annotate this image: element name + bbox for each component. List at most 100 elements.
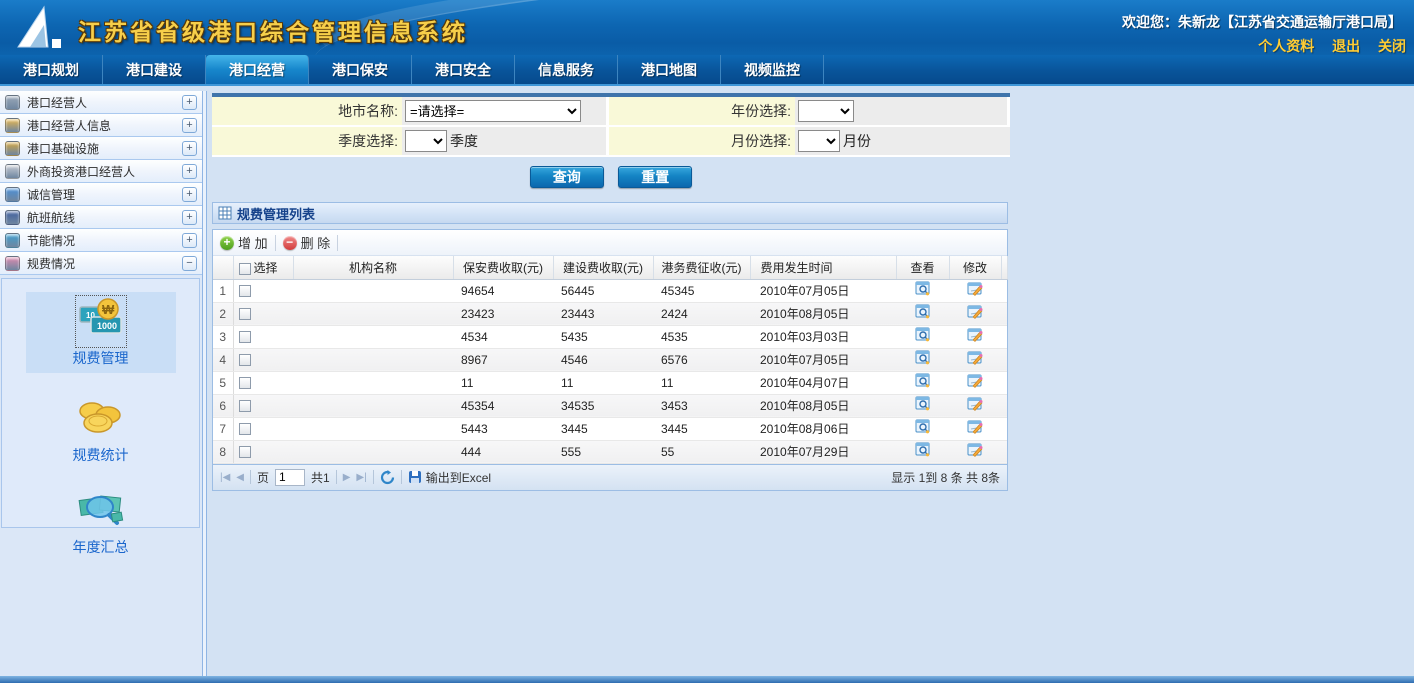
org-column-header[interactable]: 机构名称 <box>293 256 453 279</box>
add-button[interactable]: + 增 加 <box>220 233 268 252</box>
row-checkbox[interactable] <box>239 285 251 297</box>
refresh-icon[interactable] <box>380 470 395 485</box>
year-select[interactable] <box>798 100 854 122</box>
submenu-item-fee-management[interactable]: 10 1000 ₩ 规费管理 <box>26 292 176 373</box>
reset-button[interactable]: 重置 <box>618 166 692 188</box>
construction-fee-column-header[interactable]: 建设费收取(元) <box>553 256 653 279</box>
filler-cell <box>1001 302 1007 325</box>
first-page-icon[interactable]: |◀ <box>220 472 230 483</box>
port-fee-column-header[interactable]: 港务费征收(元) <box>653 256 750 279</box>
nav-tab-7[interactable]: 视频监控 <box>721 55 824 84</box>
edit-icon[interactable] <box>967 396 983 412</box>
nav-tab-3[interactable]: 港口保安 <box>309 55 412 84</box>
sidebar-item-0[interactable]: 港口经营人+ <box>0 91 202 114</box>
security-fee-cell: 8967 <box>453 348 553 371</box>
edit-icon[interactable] <box>967 373 983 389</box>
view-icon[interactable] <box>915 281 931 297</box>
panel-header: 规费管理列表 <box>212 202 1008 224</box>
expand-toggle-icon[interactable]: + <box>182 187 197 202</box>
delete-button[interactable]: − 删 除 <box>283 233 331 252</box>
edit-icon[interactable] <box>967 419 983 435</box>
export-excel-button[interactable]: 输出到Excel <box>408 469 491 486</box>
edit-icon[interactable] <box>967 327 983 343</box>
row-checkbox[interactable] <box>239 400 251 412</box>
sidebar-item-6[interactable]: 节能情况+ <box>0 229 202 252</box>
submenu-item-fee-statistics[interactable]: 规费统计 <box>26 397 176 465</box>
row-checkbox[interactable] <box>239 354 251 366</box>
edit-icon[interactable] <box>967 281 983 297</box>
nav-tab-6[interactable]: 港口地图 <box>618 55 721 84</box>
date-column-header[interactable]: 费用发生时间 <box>750 256 896 279</box>
next-page-icon[interactable]: ▶ <box>343 472 351 483</box>
security-fee-cell: 11 <box>453 371 553 394</box>
logout-link[interactable]: 退出 <box>1332 38 1360 54</box>
expand-toggle-icon[interactable]: + <box>182 141 197 156</box>
select-column-header[interactable]: 选择 <box>233 256 293 279</box>
view-icon[interactable] <box>915 350 931 366</box>
submenu-item-label: 规费统计 <box>26 445 176 465</box>
construction-fee-cell: 11 <box>553 371 653 394</box>
nav-tab-1[interactable]: 港口建设 <box>103 55 206 84</box>
nav-tab-4[interactable]: 港口安全 <box>412 55 515 84</box>
fee-table: 选择 机构名称 保安费收取(元) 建设费收取(元) 港务费征收(元) 费用发生时… <box>213 256 1008 464</box>
quarter-label: 季度选择: <box>212 127 402 157</box>
view-icon[interactable] <box>915 327 931 343</box>
total-pages-label: 共1 <box>311 469 330 486</box>
sidebar-item-3[interactable]: 外商投资港口经营人+ <box>0 160 202 183</box>
construction-fee-cell: 56445 <box>553 279 653 302</box>
sidebar-item-5[interactable]: 航班航线+ <box>0 206 202 229</box>
city-select[interactable]: =请选择= <box>405 100 581 122</box>
sidebar-item-2[interactable]: 港口基础设施+ <box>0 137 202 160</box>
edit-icon[interactable] <box>967 350 983 366</box>
sidebar-item-1[interactable]: 港口经营人信息+ <box>0 114 202 137</box>
profile-link[interactable]: 个人资料 <box>1258 38 1314 54</box>
month-select[interactable] <box>798 130 840 152</box>
sidebar-item-7[interactable]: 规费情况− <box>0 252 202 275</box>
org-name-cell <box>293 348 453 371</box>
sidebar-item-4[interactable]: 诚信管理+ <box>0 183 202 206</box>
fee-date-cell: 2010年08月06日 <box>750 417 896 440</box>
pager-separator <box>336 470 337 484</box>
expand-toggle-icon[interactable]: + <box>182 233 197 248</box>
filler-cell <box>1001 325 1007 348</box>
nav-tab-5[interactable]: 信息服务 <box>515 55 618 84</box>
query-button[interactable]: 查询 <box>530 166 604 188</box>
expand-toggle-icon[interactable]: + <box>182 210 197 225</box>
view-icon[interactable] <box>915 373 931 389</box>
view-column-header[interactable]: 查看 <box>896 256 949 279</box>
expand-toggle-icon[interactable]: + <box>182 95 197 110</box>
view-icon[interactable] <box>915 419 931 435</box>
nav-tab-0[interactable]: 港口规划 <box>0 55 103 84</box>
page-number-input[interactable] <box>275 469 305 486</box>
select-all-checkbox[interactable] <box>239 263 251 275</box>
row-checkbox[interactable] <box>239 446 251 458</box>
table-row: 8444555552010年07月29日 <box>213 440 1007 463</box>
sidebar-item-label: 规费情况 <box>27 255 182 272</box>
export-label: 输出到Excel <box>426 469 491 486</box>
quarter-select[interactable] <box>405 130 447 152</box>
view-icon[interactable] <box>915 396 931 412</box>
edit-icon[interactable] <box>967 304 983 320</box>
app-logo-icon <box>10 3 70 53</box>
edit-icon[interactable] <box>967 442 983 458</box>
view-icon[interactable] <box>915 304 931 320</box>
table-row: 2234232344324242010年08月05日 <box>213 302 1007 325</box>
expand-toggle-icon[interactable]: + <box>182 118 197 133</box>
last-page-icon[interactable]: ▶| <box>356 472 366 483</box>
row-checkbox[interactable] <box>239 377 251 389</box>
close-link[interactable]: 关闭 <box>1378 38 1406 54</box>
row-checkbox[interactable] <box>239 423 251 435</box>
prev-page-icon[interactable]: ◀ <box>236 472 244 483</box>
view-icon[interactable] <box>915 442 931 458</box>
security-fee-column-header[interactable]: 保安费收取(元) <box>453 256 553 279</box>
expand-toggle-icon[interactable]: + <box>182 164 197 179</box>
construction-fee-cell: 23443 <box>553 302 653 325</box>
nav-tab-2[interactable]: 港口经营 <box>206 55 309 84</box>
security-fee-cell: 23423 <box>453 302 553 325</box>
row-checkbox[interactable] <box>239 331 251 343</box>
expand-toggle-icon[interactable]: − <box>182 256 197 271</box>
submenu-item-annual-summary[interactable]: 年度汇总 <box>26 489 176 557</box>
row-checkbox[interactable] <box>239 308 251 320</box>
filler-column-header <box>1001 256 1007 279</box>
edit-column-header[interactable]: 修改 <box>949 256 1001 279</box>
